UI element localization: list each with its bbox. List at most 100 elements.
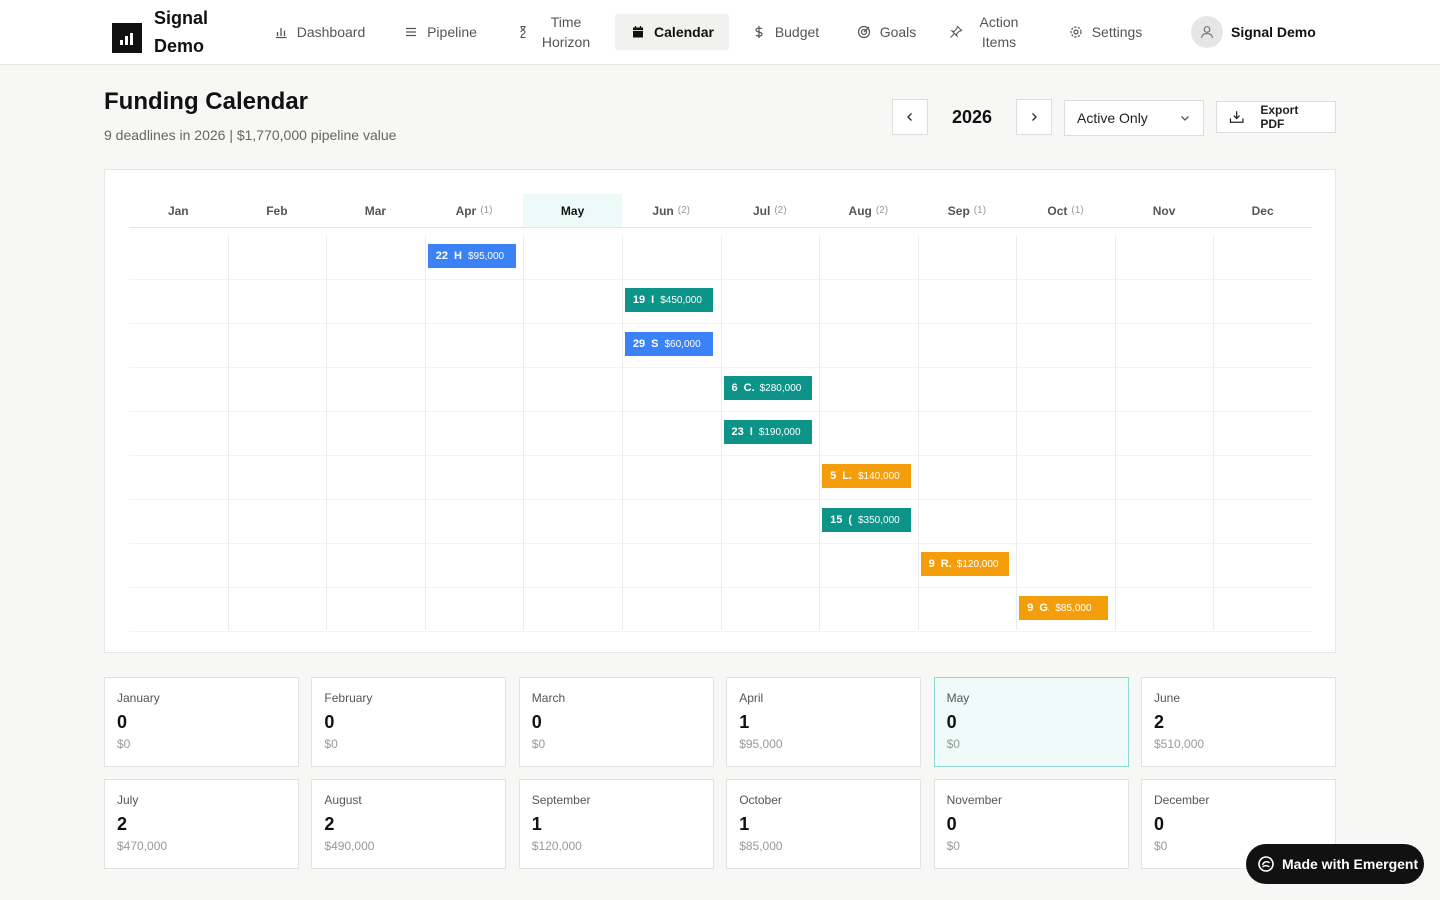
event-amount: $140,000: [857, 470, 900, 482]
event-day: 5: [830, 470, 837, 482]
made-with-emergent-badge[interactable]: Made with Emergent: [1246, 844, 1424, 884]
month-card-june[interactable]: June 2 $510,000: [1141, 677, 1336, 767]
month-card-value: $95,000: [739, 737, 783, 751]
deadline-event[interactable]: 9 G.. $85,000: [1019, 596, 1108, 620]
status-filter-select[interactable]: Active Only: [1064, 100, 1204, 136]
month-card-september[interactable]: September 1 $120,000: [518, 779, 714, 869]
brand[interactable]: Signal Demo: [112, 4, 224, 60]
month-card-count: 0: [1154, 814, 1165, 834]
nav-label: Calendar: [654, 24, 714, 40]
nav-action-items[interactable]: Action Items: [937, 14, 1037, 50]
gear-icon: [1068, 24, 1084, 40]
month-card-value: $510,000: [1154, 737, 1205, 751]
calendar-grid: 22 H $95,000 19 I $450,000 29 S $60,000 6 C. $280,0…: [129, 236, 1312, 632]
nav-label: Budget: [774, 24, 820, 40]
month-card-value: $0: [117, 737, 131, 751]
calendar-column-divider: [227, 236, 229, 630]
month-card-name: June: [1154, 691, 1181, 705]
year-display: 2026: [951, 106, 993, 127]
emergent-logo-icon: [1258, 856, 1274, 872]
target-icon: [856, 24, 872, 40]
month-header-feb: Feb: [228, 194, 327, 227]
deadline-event[interactable]: 19 I $450,000: [624, 288, 714, 312]
month-card-count: 2: [324, 814, 335, 834]
month-card-february[interactable]: February 0 $0: [311, 677, 507, 767]
nav-time-horizon[interactable]: Time Horizon: [499, 14, 609, 50]
month-card-name: October: [739, 793, 782, 807]
nav-calendar[interactable]: Calendar: [615, 14, 729, 50]
month-card-may[interactable]: May 0 $0: [933, 677, 1129, 767]
deadline-event[interactable]: 29 S $60,000: [624, 332, 714, 356]
nav-budget[interactable]: Budget: [735, 14, 835, 50]
deadline-event[interactable]: 5 L. $140,000: [822, 464, 911, 488]
prev-year-button[interactable]: [892, 99, 928, 135]
calendar-column-divider: [523, 236, 525, 630]
export-label: Export PDF: [1260, 103, 1299, 131]
export-pdf-button[interactable]: Export PDF: [1216, 101, 1336, 133]
brand-name: Signal Demo: [154, 8, 209, 56]
nav-label: Action Items: [979, 14, 1019, 50]
nav-dashboard[interactable]: Dashboard: [257, 14, 381, 50]
chevron-right-icon: [1032, 113, 1037, 121]
month-header-label: Jul: [752, 203, 771, 218]
event-name: S: [651, 338, 659, 350]
month-card-name: January: [117, 691, 160, 705]
funding-calendar: Jan Feb Mar Apr (1) May Jun (2) Jul (2) Aug (2) Sep(…: [104, 169, 1336, 653]
month-card-january[interactable]: January 0 $0: [104, 677, 299, 767]
month-header-jul: Jul (2): [720, 194, 819, 227]
deadline-event[interactable]: 15 ($350,000: [822, 508, 911, 532]
deadline-event[interactable]: 22 H $95,000: [427, 244, 517, 268]
month-card-july[interactable]: July 2 $470,000: [104, 779, 299, 869]
user-menu[interactable]: Signal Demo: [1191, 16, 1316, 48]
nav-pipeline[interactable]: Pipeline: [387, 14, 493, 50]
nav-settings[interactable]: Settings: [1051, 14, 1159, 50]
badge-label: Made with Emergent: [1282, 856, 1419, 872]
month-header-oct: Oct (1): [1016, 194, 1115, 227]
month-card-count: 0: [324, 712, 335, 732]
event-name: (: [848, 514, 852, 526]
event-day: 29: [632, 338, 646, 350]
event-amount: $190,000: [758, 426, 801, 438]
month-header-count: (1): [480, 205, 493, 216]
next-year-button[interactable]: [1016, 99, 1052, 135]
user-name: Signal Demo: [1231, 24, 1316, 40]
event-name: R.: [940, 558, 951, 570]
month-card-april[interactable]: April 1 $95,000: [726, 677, 922, 767]
filter-value: Active Only: [1077, 110, 1148, 126]
month-card-march[interactable]: March 0 $0: [518, 677, 714, 767]
month-card-count: 0: [117, 712, 128, 732]
month-card-value: $490,000: [324, 839, 375, 853]
event-amount: $85,000: [1055, 602, 1092, 614]
event-day: 15: [830, 514, 843, 526]
hourglass-icon: [515, 24, 531, 40]
deadline-event[interactable]: 23 I $190,000: [723, 420, 813, 444]
month-header-mar: Mar: [326, 194, 425, 227]
page-title: Funding Calendar: [104, 88, 308, 115]
month-header-label: Dec: [1251, 203, 1274, 218]
month-header-label: Jan: [167, 203, 189, 218]
month-header-label: May: [560, 203, 585, 218]
event-day: 19: [632, 294, 646, 306]
calendar-column-divider: [326, 236, 328, 630]
month-card-august[interactable]: August 2 $490,000: [311, 779, 507, 869]
event-amount: $280,000: [759, 382, 802, 394]
month-card-november[interactable]: November 0 $0: [933, 779, 1129, 869]
month-header-jan: Jan: [129, 194, 228, 227]
deadline-event[interactable]: 6 C. $280,000: [723, 376, 813, 400]
event-amount: $120,000: [956, 558, 999, 570]
month-card-count: 0: [946, 712, 957, 732]
nav-goals[interactable]: Goals: [841, 14, 931, 50]
month-header-count: (2): [875, 205, 889, 216]
month-card-count: 1: [739, 712, 750, 732]
nav-label: Settings: [1091, 24, 1143, 40]
month-header-label: Oct: [1047, 203, 1068, 218]
event-name: C.: [743, 382, 754, 394]
calendar-column-divider: [1016, 236, 1018, 630]
top-nav: Signal Demo Dashboard Pipeline Time Horizo…: [0, 0, 1440, 65]
month-header-count: (1): [973, 205, 987, 216]
deadline-event[interactable]: 9 R. $120,000: [920, 552, 1010, 576]
month-card-name: February: [324, 691, 373, 705]
calendar-column-divider: [424, 236, 426, 630]
event-name: G..: [1039, 602, 1049, 614]
month-card-october[interactable]: October 1 $85,000: [726, 779, 922, 869]
